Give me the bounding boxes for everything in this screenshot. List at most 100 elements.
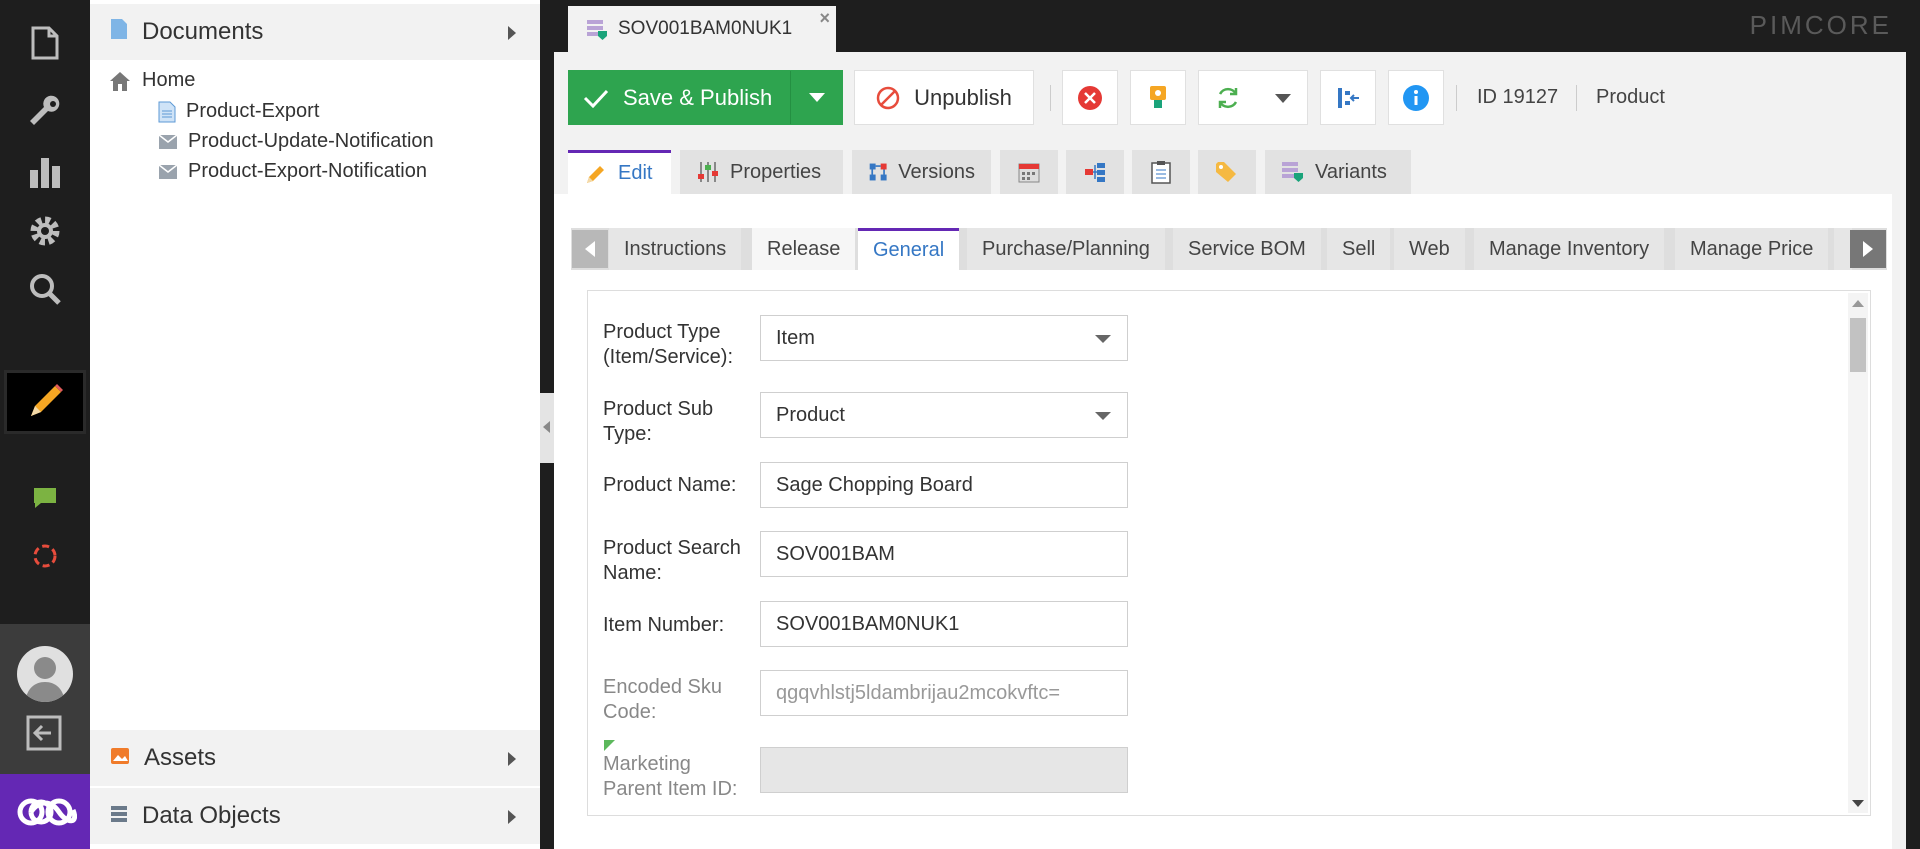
tab-tags[interactable] — [1198, 150, 1256, 194]
unpublish-label: Unpublish — [914, 84, 1012, 110]
open-object-tab-label: SOV001BAM0NUK1 — [618, 18, 793, 39]
scroll-down-icon[interactable] — [1852, 800, 1864, 807]
subtab-purchase-planning[interactable]: Purchase/Planning — [967, 228, 1165, 270]
item-number-label: Item Number: — [603, 614, 725, 636]
email-icon — [158, 163, 178, 179]
versions-icon — [869, 163, 887, 181]
documents-panel-icon — [110, 18, 128, 47]
toolbar-divider — [1050, 85, 1051, 111]
tab-versions[interactable]: Versions — [852, 150, 991, 194]
caret-down-icon[interactable] — [1275, 94, 1291, 103]
object-id: ID 19127 — [1477, 86, 1559, 108]
tag-icon — [1216, 162, 1236, 182]
reload-icon — [1218, 87, 1238, 108]
assets-panel-title: Assets — [144, 744, 217, 771]
subtab-scroll-right[interactable] — [1850, 230, 1886, 268]
delete-button[interactable] — [1062, 70, 1118, 125]
tab-edit-label: Edit — [618, 162, 653, 184]
tab-notes[interactable] — [1132, 150, 1190, 194]
chat-icon[interactable] — [0, 476, 90, 520]
data-objects-panel-icon — [110, 802, 128, 830]
tree-locate-icon — [1338, 87, 1359, 108]
user-area — [0, 624, 90, 774]
block-icon — [876, 86, 900, 109]
toolbar-divider — [1456, 85, 1457, 111]
reload-button[interactable] — [1198, 70, 1308, 125]
show-in-tree-button[interactable] — [1320, 70, 1376, 125]
subtab-sell[interactable]: Sell — [1327, 228, 1391, 270]
documents-panel-title: Documents — [142, 18, 264, 45]
chevron-right-icon[interactable] — [508, 26, 516, 40]
product-sub-type-value: Product — [776, 403, 845, 426]
marketing-parent-item-label: Marketing Parent Item ID: — [603, 753, 738, 800]
subtab-release[interactable]: Release — [752, 228, 856, 270]
caret-down-icon — [808, 93, 825, 102]
tab-properties-label: Properties — [730, 160, 822, 183]
product-search-name-label: Product Search Name: — [603, 537, 741, 584]
properties-icon — [698, 162, 718, 182]
clipboard-icon — [1151, 161, 1171, 184]
delete-icon — [1078, 85, 1102, 110]
tab-versions-label: Versions — [898, 160, 975, 183]
save-options-dropdown[interactable] — [790, 71, 842, 124]
scrollbar-thumb[interactable] — [1850, 318, 1866, 372]
tree-node-home[interactable]: Home — [108, 69, 195, 92]
object-class: Product — [1596, 86, 1665, 108]
chevron-right-icon — [1863, 241, 1873, 257]
changed-flag-icon — [604, 740, 615, 751]
save-publish-button[interactable]: Save & Publish — [568, 70, 843, 125]
data-objects-panel-header[interactable]: Data Objects — [90, 788, 540, 844]
scroll-up-icon[interactable] — [1852, 300, 1864, 307]
brand-logo: PIMCORE — [1749, 10, 1892, 40]
subtab-manage-price[interactable]: Manage Price — [1675, 228, 1829, 270]
pimcore-logo-icon[interactable] — [0, 774, 90, 849]
tab-dependencies[interactable] — [1066, 150, 1124, 194]
pencil-icon[interactable] — [4, 370, 86, 434]
product-search-name-input[interactable]: SOV001BAM — [760, 531, 1128, 577]
subtab-instructions[interactable]: Instructions — [609, 228, 742, 270]
documents-panel-header[interactable]: Documents — [90, 4, 540, 60]
object-icon — [587, 20, 607, 40]
page-icon — [158, 101, 176, 122]
assets-panel-header[interactable]: Assets — [90, 730, 540, 786]
save-publish-label: Save & Publish — [623, 84, 773, 110]
subtab-service-bom[interactable]: Service BOM — [1173, 228, 1321, 270]
tab-schedule[interactable] — [1000, 150, 1058, 194]
home-icon — [110, 71, 130, 91]
assets-panel-icon — [110, 744, 130, 772]
tab-properties[interactable]: Properties — [680, 150, 843, 194]
info-button[interactable] — [1388, 70, 1444, 125]
toolbar-divider — [1576, 85, 1577, 111]
subtab-scroll-left[interactable] — [572, 230, 608, 268]
unpublish-button[interactable]: Unpublish — [854, 70, 1034, 125]
product-sub-type-select[interactable]: Product — [760, 392, 1128, 438]
tab-edit[interactable]: Edit — [568, 150, 671, 194]
rename-button[interactable] — [1130, 70, 1186, 125]
logout-icon[interactable] — [25, 714, 63, 757]
tree-node-product-export-notification[interactable]: Product-Export-Notification — [158, 160, 427, 183]
subtab-general[interactable]: General — [858, 228, 960, 270]
chevron-right-icon[interactable] — [508, 810, 516, 824]
pencil-icon — [587, 165, 604, 183]
tree-node-product-update-notification[interactable]: Product-Update-Notification — [158, 130, 434, 153]
sync-icon[interactable] — [0, 534, 90, 578]
panel-collapse-handle[interactable] — [540, 393, 554, 463]
tree-node-product-export[interactable]: Product-Export — [158, 100, 319, 123]
subtab-web[interactable]: Web — [1394, 228, 1465, 270]
avatar[interactable] — [17, 646, 73, 702]
chevron-right-icon[interactable] — [508, 752, 516, 766]
tab-variants[interactable]: Variants — [1265, 150, 1411, 194]
product-type-label: Product Type (Item/Service): — [603, 321, 734, 368]
close-icon[interactable]: × — [819, 8, 830, 29]
document-icon[interactable] — [0, 8, 90, 78]
product-type-select[interactable]: Item — [760, 315, 1128, 361]
caret-down-icon — [1095, 412, 1111, 420]
subtab-manage-inventory[interactable]: Manage Inventory — [1474, 228, 1665, 270]
document-tree-panel: Documents Home Product-Export Product-Up… — [90, 0, 540, 849]
product-name-label: Product Name: — [603, 474, 737, 496]
product-name-input[interactable]: Sage Chopping Board — [760, 462, 1128, 508]
item-number-input[interactable]: SOV001BAM0NUK1 — [760, 601, 1128, 647]
open-object-tab[interactable]: SOV001BAM0NUK1 × — [568, 6, 836, 52]
search-icon[interactable] — [0, 254, 90, 324]
tree-node-label: Product-Export-Notification — [188, 160, 427, 182]
